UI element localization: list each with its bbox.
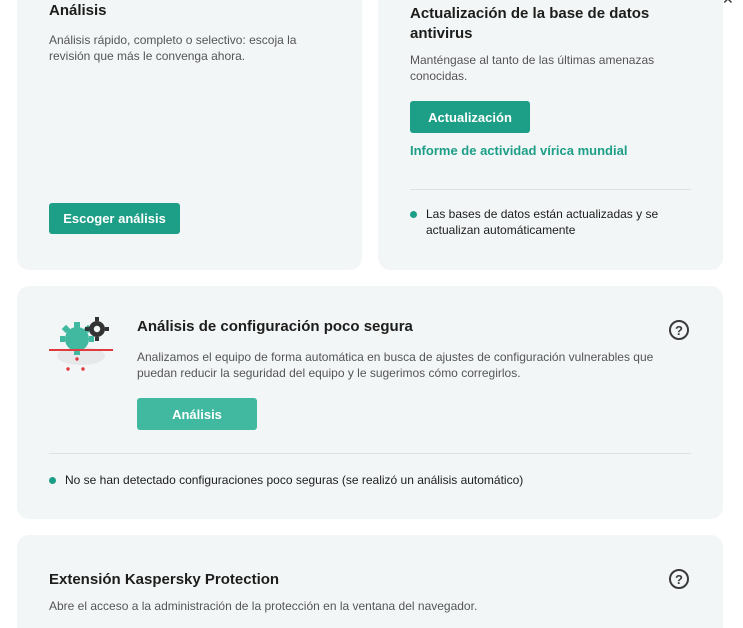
scan-card-title: Análisis [49,2,107,19]
update-card-title: Actualización de la base de datos antivi… [410,5,650,42]
virus-activity-report-link[interactable]: Informe de actividad vírica mundial [410,143,627,158]
extension-description: Abre el acceso a la administración de la… [49,599,478,613]
choose-scan-button[interactable]: Escoger análisis [49,203,180,234]
extension-title: Extensión Kaspersky Protection [49,571,280,588]
config-status-text: No se han detectado configuraciones poco… [65,473,524,487]
extension-card: Extensión Kaspersky Protection Abre el a… [17,535,723,628]
insecure-config-description: Analizamos el equipo de forma automática… [137,350,654,380]
question-icon[interactable]: ? [669,569,689,589]
close-icon[interactable]: ✕ [722,0,734,8]
scan-card: Análisis Análisis rápido, completo o sel… [17,0,362,270]
update-status: Las bases de datos están actualizadas y … [410,206,680,238]
config-status: No se han detectado configuraciones poco… [49,472,689,488]
divider [410,189,691,190]
status-ok-icon [49,477,56,484]
update-status-text: Las bases de datos están actualizadas y … [426,207,659,237]
insecure-config-title: Análisis de configuración poco segura [137,318,413,335]
divider [49,453,691,454]
scan-card-description: Análisis rápido, completo o selectivo: e… [49,33,297,63]
question-icon[interactable]: ? [669,320,689,340]
insecure-config-card: Análisis de configuración poco segura An… [17,286,723,519]
status-ok-icon [410,211,417,218]
update-card: Actualización de la base de datos antivi… [378,0,723,270]
analysis-button[interactable]: Análisis [137,398,257,430]
update-button[interactable]: Actualización [410,101,530,133]
update-card-description: Manténgase al tanto de las últimas amena… [410,53,655,83]
gear-scan-icon [47,316,115,374]
